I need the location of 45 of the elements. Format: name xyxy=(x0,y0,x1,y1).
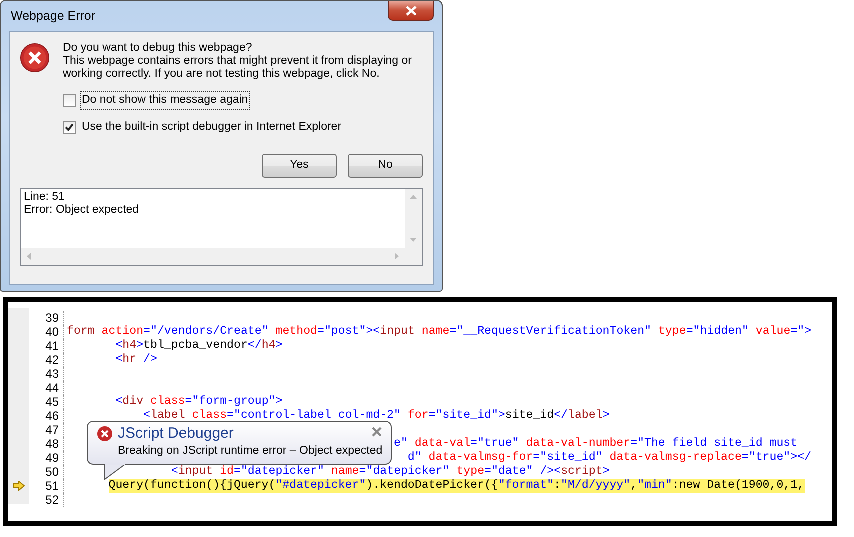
error-icon xyxy=(20,42,50,74)
detail-line: Error: Object expected xyxy=(24,204,140,216)
line-number: 47 xyxy=(44,423,60,437)
scroll-up-icon[interactable] xyxy=(410,194,417,198)
error-icon xyxy=(97,426,113,442)
scroll-down-icon[interactable] xyxy=(410,238,417,242)
dialog-button[interactable]: Yes xyxy=(262,154,337,178)
tooltip-title: JScript Debugger xyxy=(118,425,234,442)
line-number: 39 xyxy=(44,311,60,325)
detail-line: Line: 51 xyxy=(24,190,66,204)
checkbox[interactable] xyxy=(63,121,76,134)
line-number: 48 xyxy=(44,437,60,451)
scroll-right-icon[interactable] xyxy=(395,252,399,260)
dialog-button[interactable]: No xyxy=(348,154,423,178)
details-box[interactable]: Line: 51 Error: Object expected xyxy=(20,188,423,266)
code-line: <h4>tbl_pcba_vendor</h4> xyxy=(116,339,283,353)
code-line: e" data-val="true" data-val-number="The field site_id must xyxy=(394,437,798,451)
message-text: This webpage contains errors that might prevent it from displaying or working correctly. If you are not testing this webpage, click No. xyxy=(63,55,413,81)
scroll-left-icon[interactable] xyxy=(27,252,31,260)
line-number: 44 xyxy=(44,381,60,395)
line-number: 46 xyxy=(44,409,60,423)
line-number: 52 xyxy=(44,493,60,507)
code-line: <hr /> xyxy=(116,353,158,367)
code-line: d" data-valmsg-for="site_id" data-valmsg-replace="true"></ xyxy=(408,451,812,465)
checkbox[interactable] xyxy=(63,94,76,108)
close-icon xyxy=(406,6,416,16)
line-number: 43 xyxy=(44,367,60,381)
line-number: 49 xyxy=(44,451,60,465)
checkbox-label[interactable]: Use the built-in script debugger in Internet Explorer xyxy=(80,118,344,138)
code-line: form action="/vendors/Create" method="post"><input name="__RequestVerificationToken" type="hidden" value="> xyxy=(67,325,812,339)
close-icon[interactable] xyxy=(372,427,382,437)
line-number: 41 xyxy=(44,339,60,353)
window-title: Webpage Error xyxy=(10,8,96,25)
code-line: <label class="control-label col-md-2" for="site_id">site_id</label> xyxy=(144,409,610,423)
checkbox-label[interactable]: Do not show this message again xyxy=(80,91,250,110)
line-number: 51 xyxy=(44,479,60,493)
question-text: Do you want to debug this webpage? xyxy=(63,42,254,55)
line-number: 50 xyxy=(44,465,60,479)
line-number: 40 xyxy=(44,325,60,339)
code-line: <div class="form-group"> xyxy=(116,395,283,409)
line-number: 42 xyxy=(44,353,60,367)
code-line: <input id="datepicker" name="datepicker" type="date" /><script> xyxy=(171,465,610,479)
line-number: 45 xyxy=(44,395,60,409)
tooltip-message: Breaking on JScript runtime error – Object expected xyxy=(118,445,383,457)
close-button[interactable] xyxy=(388,1,434,21)
